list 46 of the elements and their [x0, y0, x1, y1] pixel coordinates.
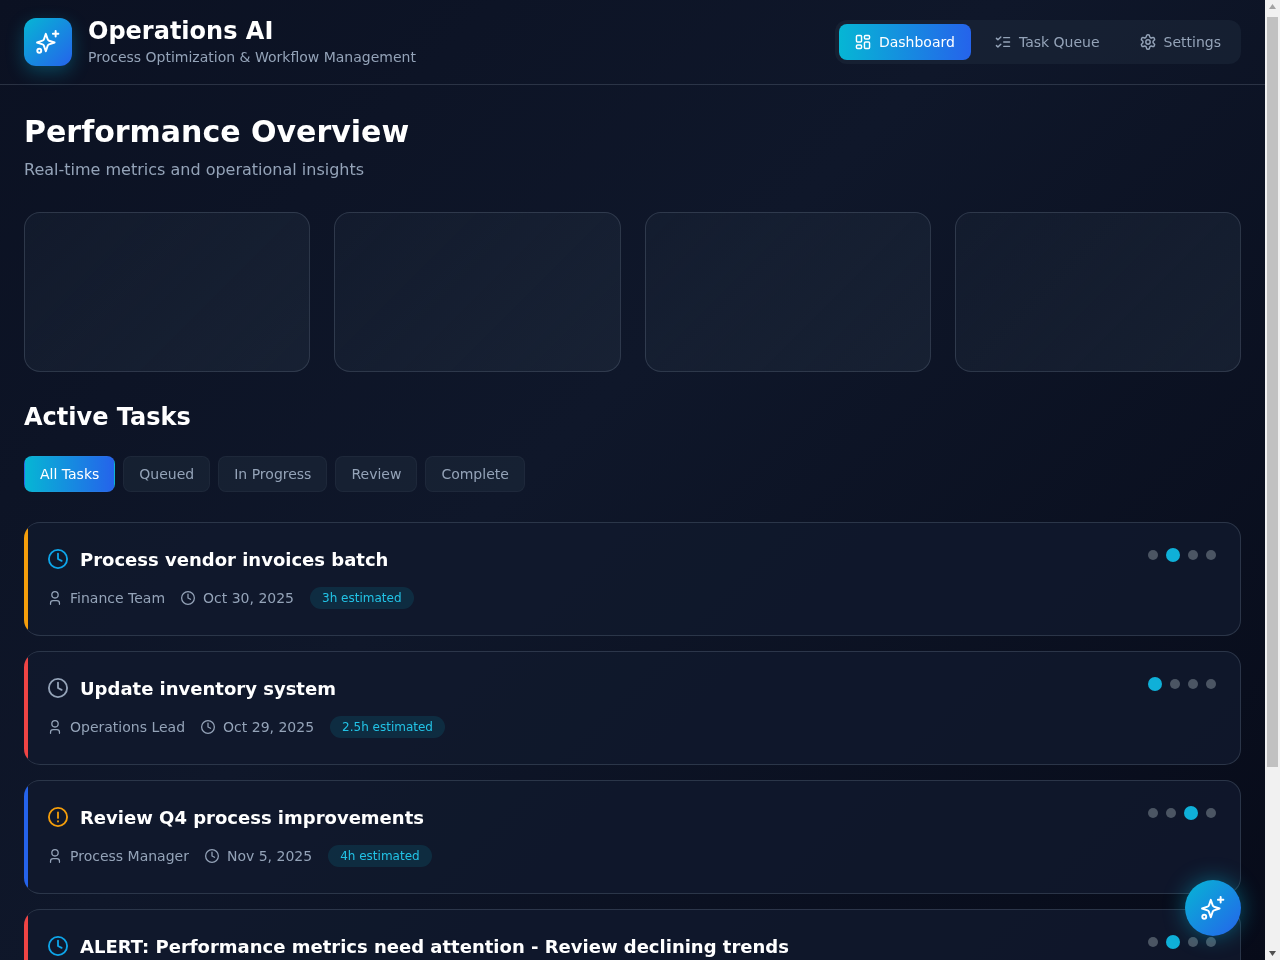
estimate-tag: 4h estimated [328, 845, 432, 867]
task-card[interactable]: Process vendor invoices batch Finance Team Oct 30, 2025 3h estimated [24, 522, 1241, 636]
checklist-icon [994, 34, 1011, 50]
filter-tab[interactable]: In Progress [218, 456, 328, 492]
app-title: Operations AI [88, 18, 275, 46]
filter-tab[interactable]: Complete [425, 456, 525, 492]
clock-icon [181, 591, 195, 605]
scrollbar[interactable] [1265, 0, 1280, 960]
filter-tab[interactable]: Queued [123, 456, 211, 492]
section-title: Performance Overview [24, 114, 411, 150]
app-subtitle: Process Optimization & Workflow Management [88, 48, 416, 66]
task-card[interactable]: Update inventory system Operations Lead Oct 29, 2025 2.5h estimated [24, 651, 1241, 765]
nav-tab[interactable]: Settings [1123, 24, 1237, 60]
logo-icon [24, 18, 72, 66]
filter-tab[interactable]: All Tasks [24, 456, 116, 492]
nav-tab[interactable]: Task Queue [978, 24, 1116, 60]
task-title: Review Q4 process improvements [80, 805, 424, 830]
assignee-text: Operations Lead [70, 717, 186, 737]
task-title: ALERT: Performance metrics need attention - Review declining trends [80, 934, 789, 959]
due-date-text: Oct 30, 2025 [203, 588, 294, 608]
due-date-text: Nov 5, 2025 [226, 846, 313, 866]
clock-icon [204, 849, 219, 863]
user-icon [48, 591, 62, 605]
estimate-tag: 3h estimated [310, 587, 414, 609]
due-date-text: Oct 29, 2025 [223, 717, 315, 737]
sparkles-icon [1201, 896, 1225, 920]
section-title: Active Tasks [24, 403, 192, 432]
task-card[interactable]: ALERT: Performance metrics need attention - Review declining trends [24, 909, 1241, 960]
task-title: Update inventory system [80, 676, 336, 701]
task-card[interactable]: Review Q4 process improvements Process Manager Nov 5, 2025 4h estimated [24, 780, 1241, 894]
alert-icon [48, 807, 68, 827]
nav-tab[interactable]: Dashboard [838, 24, 971, 60]
user-icon [48, 849, 62, 863]
clock-icon [48, 549, 68, 569]
user-icon [48, 720, 62, 734]
clock-icon [48, 678, 68, 698]
assignee-text: Finance Team [70, 588, 165, 608]
assignee-text: Process Manager [70, 846, 189, 866]
clock-icon [48, 936, 68, 956]
settings-icon [1139, 34, 1156, 50]
filter-tab[interactable]: Review [335, 456, 418, 492]
task-title: Process vendor invoices batch [80, 547, 389, 572]
dashboard-icon [854, 34, 871, 50]
section-subtitle: Real-time metrics and operational insights [24, 159, 366, 181]
clock-icon [201, 720, 216, 734]
estimate-tag: 2.5h estimated [330, 716, 445, 738]
